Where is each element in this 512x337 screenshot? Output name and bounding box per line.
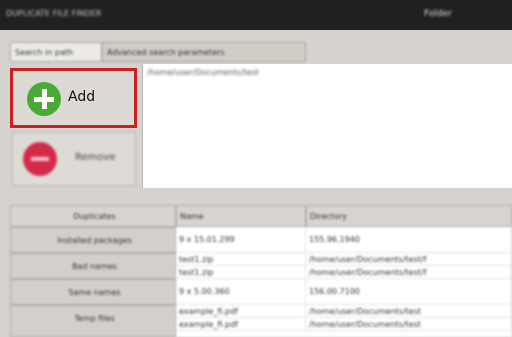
row-header-temp-files[interactable]: Temp files — [10, 305, 176, 337]
column-header-directory[interactable]: Directory — [306, 205, 512, 227]
cell-name[interactable]: test1.zip — [176, 253, 306, 266]
cell-directory[interactable]: 156.00.7100 — [306, 279, 512, 305]
cell-name[interactable]: test1.zip — [176, 266, 306, 279]
window-subtitle: Folder — [424, 9, 452, 19]
row-header-bad-names[interactable]: Bad names — [10, 253, 176, 279]
path-entry[interactable]: /home/user/Documents/test — [147, 68, 259, 77]
search-path-list[interactable]: /home/user/Documents/test — [142, 64, 512, 188]
results-table: Duplicates Name Directory Installed pack… — [10, 205, 512, 337]
tab-search-in-path[interactable]: Search in path — [10, 42, 102, 62]
cell-directory[interactable]: 155.96.1940 — [306, 227, 512, 253]
add-button-label: Add — [68, 89, 96, 105]
cell-name[interactable]: 9 x 5.00.360 — [176, 279, 306, 305]
window-title: DUPLICATE FILE FINDER — [6, 10, 102, 18]
remove-button-label: Remove — [75, 152, 116, 163]
cell-name[interactable]: 9 x 15.01.299 — [176, 227, 306, 253]
cell-name[interactable]: example_fi.pdf — [176, 318, 306, 331]
tab-bar: Search in path Advanced search parameter… — [0, 30, 512, 64]
cell-directory[interactable]: /home/user/Documents/test — [306, 305, 512, 318]
cell-directory[interactable]: /home/user/Documents/test — [306, 318, 512, 331]
cell-directory[interactable]: /home/user/Documents/test/f — [306, 253, 512, 266]
plus-icon — [27, 82, 61, 116]
cell-directory[interactable]: /home/user/Documents/test/f — [306, 266, 512, 279]
row-header-same-names[interactable]: Same names — [10, 279, 176, 305]
tab-advanced-search-parameters[interactable]: Advanced search parameters — [102, 42, 306, 62]
remove-button[interactable]: Remove — [12, 132, 136, 186]
column-header-duplicates[interactable]: Duplicates — [10, 205, 176, 227]
row-header-installed-packages[interactable]: Installed packages — [10, 227, 176, 253]
column-header-name[interactable]: Name — [176, 205, 306, 227]
cell-name[interactable]: example_fi.pdf — [176, 305, 306, 318]
minus-icon — [23, 142, 57, 176]
add-button[interactable]: Add — [10, 68, 137, 128]
window-titlebar: DUPLICATE FILE FINDER Folder — [0, 0, 512, 30]
